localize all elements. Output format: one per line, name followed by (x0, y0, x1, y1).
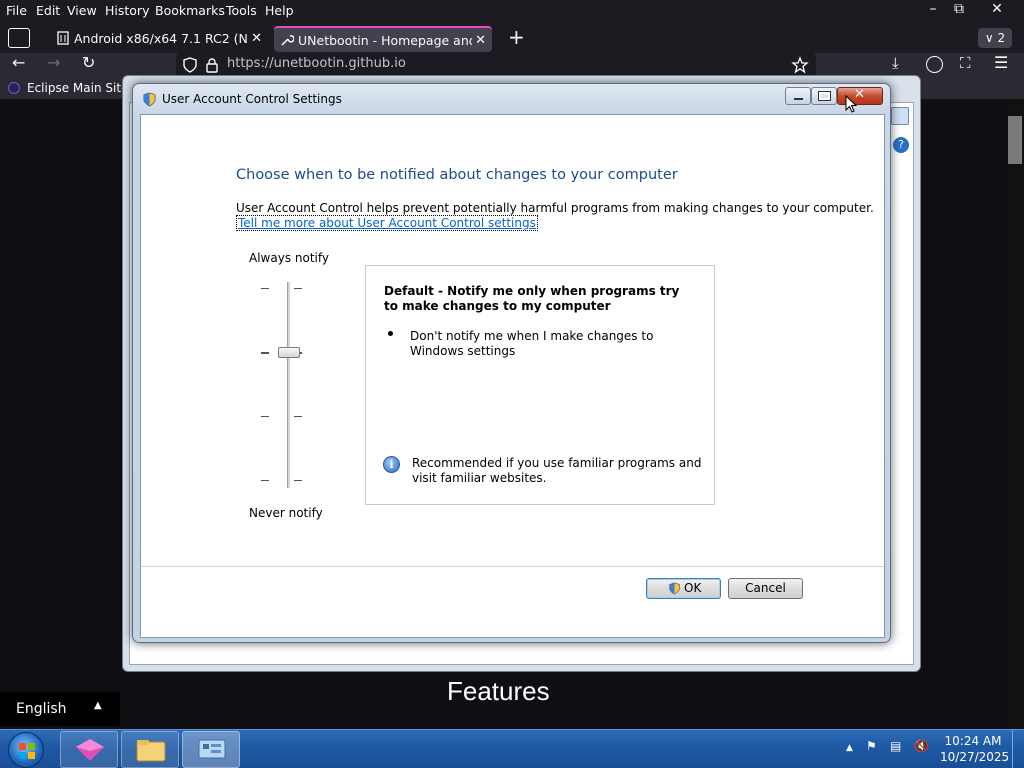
clock-time: 10:24 AM (944, 734, 1002, 748)
notify-level-slider-thumb[interactable] (278, 347, 300, 358)
uac-shield-icon (143, 92, 156, 107)
menu-edit[interactable]: Edit (36, 3, 60, 18)
hamburger-menu-icon[interactable]: ☰ (994, 53, 1008, 72)
windows-taskbar: ▲ ⚑ ▤ 🔇 10:24 AM 10/27/2025 (0, 729, 1024, 768)
download-icon[interactable]: ⤓ (892, 54, 899, 72)
taskbar-app-pink[interactable] (60, 731, 118, 768)
tab-close-icon[interactable]: ✕ (475, 28, 486, 52)
bookmark-eclipse[interactable]: Eclipse Main Site (27, 81, 128, 95)
level-bullet-text: Don't notify me when I make changes to W… (410, 329, 654, 358)
windows-logo-icon (19, 743, 35, 759)
menu-tools[interactable]: Tools (226, 3, 257, 18)
caret-up-icon: ▲ (94, 700, 102, 711)
dialog-separator (141, 566, 884, 567)
navigation-bar: ← → ↻ https://unetbootin.github.io ⤓ ⛶ ☰ (0, 53, 1024, 77)
tab-count: 2 (997, 31, 1006, 45)
help-icon[interactable]: ? (893, 137, 909, 153)
account-icon[interactable] (926, 56, 943, 73)
new-tab-plus-icon[interactable]: + (508, 25, 525, 49)
info-icon: i (383, 456, 400, 473)
features-heading: Features (447, 676, 550, 706)
never-notify-label: Never notify (249, 506, 323, 520)
slider-tick (261, 352, 269, 354)
uac-shield-icon (669, 582, 680, 595)
menu-help[interactable]: Help (265, 3, 294, 18)
level-description-box: Default - Notify me only when programs t… (365, 265, 715, 505)
firefox-view-icon[interactable] (8, 28, 30, 48)
dialog-title: User Account Control Settings (162, 92, 342, 106)
scrollbar-thumb[interactable] (1008, 116, 1022, 164)
eclipse-icon (8, 82, 20, 94)
dialog-close-button[interactable]: ✕ (837, 87, 883, 105)
slider-tick (261, 480, 269, 481)
document-icon (57, 31, 69, 45)
show-desktop-button[interactable] (1012, 730, 1024, 768)
notify-level-slider-track[interactable] (287, 282, 290, 488)
uac-settings-dialog: User Account Control Settings ✕ Choose w… (132, 83, 891, 643)
folder-icon (136, 740, 166, 762)
dialog-body: Choose when to be notified about changes… (140, 114, 885, 638)
restore-window-button[interactable]: ⧉ (942, 0, 976, 20)
dialog-description: User Account Control helps prevent poten… (236, 201, 874, 215)
level-recommendation: Recommended if you use familiar programs… (412, 456, 702, 485)
dialog-maximize-button[interactable] (811, 87, 837, 105)
lock-icon[interactable] (205, 57, 219, 73)
level-title: Default - Notify me only when programs t… (384, 284, 680, 313)
url-text: https://unetbootin.github.io (227, 56, 406, 71)
control-panel-icon (198, 739, 226, 759)
menu-file[interactable]: File (6, 3, 27, 18)
cube-app-icon (76, 739, 104, 761)
shield-icon[interactable] (182, 57, 198, 73)
language-selector[interactable]: English ▲ (0, 692, 120, 726)
volume-muted-icon[interactable]: 🔇 (914, 739, 929, 753)
clock-date: 10/27/2025 (940, 750, 1010, 764)
slider-tick (261, 416, 269, 417)
slider-tick (294, 288, 302, 289)
slider-tick (261, 288, 269, 289)
reload-icon[interactable]: ↻ (82, 53, 95, 72)
dialog-minimize-button[interactable] (785, 87, 811, 105)
url-bar[interactable]: https://unetbootin.github.io (176, 53, 816, 77)
menu-view[interactable]: View (67, 3, 97, 18)
cancel-button[interactable]: Cancel (728, 578, 803, 599)
taskbar-explorer[interactable] (121, 731, 179, 768)
close-window-button[interactable]: ✕ (980, 0, 1014, 20)
uac-more-info-link[interactable]: Tell me more about User Account Control … (236, 215, 538, 231)
tab-title: UNetbootin - Homepage and Downloads (298, 33, 472, 48)
always-notify-label: Always notify (249, 251, 329, 265)
start-button[interactable] (8, 732, 44, 768)
slider-tick (294, 416, 302, 417)
maximize-icon (818, 91, 831, 101)
menu-bar: File Edit View History Bookmarks Tools H… (0, 0, 1024, 22)
action-center-icon[interactable]: ⚑ (866, 739, 877, 753)
chevron-down-icon: ∨ (984, 31, 994, 45)
ok-label: OK (684, 581, 702, 595)
slider-tick (294, 480, 302, 481)
tab-unetbootin[interactable]: UNetbootin - Homepage and Downloads ✕ (274, 26, 492, 52)
taskbar-control-panel[interactable] (182, 731, 240, 768)
tab-list-button[interactable]: ∨ 2 (978, 28, 1012, 48)
tab-android-x86[interactable]: Android x86/x64 7.1 RC2 (Nougat) ✕ (50, 26, 268, 52)
search-icon[interactable] (891, 107, 909, 125)
page-scrollbar[interactable] (1006, 99, 1024, 730)
network-icon[interactable]: ▤ (890, 739, 901, 753)
show-hidden-icons-button[interactable]: ▲ (846, 743, 853, 753)
bullet-icon (388, 331, 393, 336)
minimize-icon (794, 98, 803, 100)
tab-close-icon[interactable]: ✕ (251, 26, 262, 52)
forward-arrow-icon[interactable]: → (47, 53, 60, 72)
wrench-icon (281, 35, 294, 46)
menu-history[interactable]: History (105, 3, 149, 18)
dialog-heading: Choose when to be notified about changes… (236, 167, 678, 183)
extensions-icon[interactable]: ⛶ (960, 54, 971, 72)
tab-bar: Android x86/x64 7.1 RC2 (Nougat) ✕ UNetb… (0, 22, 1024, 53)
menu-bookmarks[interactable]: Bookmarks (155, 3, 225, 18)
tab-title: Android x86/x64 7.1 RC2 (Nougat) (74, 31, 248, 46)
star-bookmark-icon[interactable] (791, 56, 809, 74)
language-label: English (16, 701, 67, 717)
ok-button[interactable]: OK (646, 578, 721, 599)
mouse-cursor-icon (845, 95, 857, 113)
back-arrow-icon[interactable]: ← (12, 53, 25, 72)
system-clock[interactable]: 10:24 AM 10/27/2025 (940, 733, 1010, 765)
